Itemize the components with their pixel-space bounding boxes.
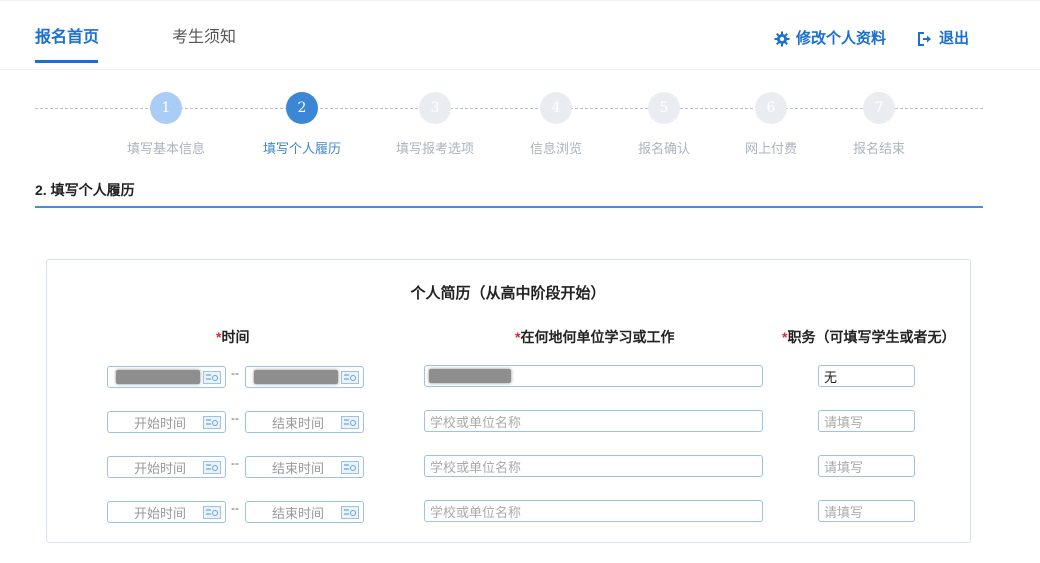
date-separator: -- [231, 366, 239, 380]
place-input[interactable]: 学校或单位名称 [424, 455, 763, 477]
column-header-time: *时间 [216, 327, 249, 347]
end-date-input[interactable]: 结束时间 [245, 456, 364, 478]
step-3-label: 填写报考选项 [395, 141, 474, 156]
calendar-icon[interactable] [341, 416, 359, 429]
end-date-input[interactable]: 结束时间 [245, 501, 364, 523]
calendar-icon[interactable] [203, 371, 221, 384]
date-separator: -- [231, 456, 239, 470]
top-navigation: 报名首页 考生须知 修改个人资料 退出 [0, 0, 1040, 70]
place-input[interactable] [424, 365, 763, 387]
tab-home[interactable]: 报名首页 [35, 28, 99, 48]
end-date-input[interactable] [245, 366, 364, 388]
step-3-circle: 3 [419, 92, 451, 124]
resume-title: 个人简历（从高中阶段开始） [410, 285, 606, 302]
step-5-circle: 5 [648, 92, 680, 124]
start-date-input[interactable] [107, 366, 226, 388]
start-date-placeholder: 开始时间 [134, 505, 187, 521]
step-6-circle: 6 [755, 92, 787, 124]
place-input[interactable]: 学校或单位名称 [424, 410, 763, 432]
edit-profile-label: 修改个人资料 [796, 30, 887, 47]
step-2-label: 填写个人履历 [262, 141, 341, 156]
start-date-placeholder: 开始时间 [134, 460, 187, 476]
logout-icon [918, 32, 931, 46]
gear-icon [774, 31, 790, 47]
column-header-position-label: 职务（可填写学生或者无） [787, 329, 956, 345]
start-date-input[interactable]: 开始时间 [107, 411, 226, 433]
position-input[interactable]: 请填写 [818, 410, 915, 432]
step-7-circle: 7 [863, 92, 895, 124]
end-date-placeholder: 结束时间 [272, 415, 325, 431]
edit-profile-link[interactable]: 修改个人资料 [774, 29, 886, 49]
step-2-circle: 2 [286, 92, 318, 124]
column-header-place: *在何地何单位学习或工作 [515, 327, 674, 347]
position-input[interactable]: 请填写 [818, 455, 915, 477]
date-separator: -- [231, 501, 239, 515]
step-5-label: 报名确认 [637, 141, 690, 156]
column-header-position: *职务（可填写学生或者无） [782, 327, 955, 347]
redacted-value [429, 369, 511, 383]
end-date-placeholder: 结束时间 [272, 505, 325, 521]
section-divider [35, 206, 983, 208]
start-date-placeholder: 开始时间 [134, 415, 187, 431]
section-title: 2. 填写个人履历 [35, 182, 135, 198]
step-7-label: 报名结束 [852, 141, 905, 156]
redacted-value [254, 370, 338, 384]
calendar-icon[interactable] [341, 371, 359, 384]
calendar-icon[interactable] [341, 506, 359, 519]
step-1-circle: 1 [150, 92, 182, 124]
redacted-value [116, 370, 200, 384]
end-date-input[interactable]: 结束时间 [245, 411, 364, 433]
logout-link[interactable]: 退出 [917, 29, 969, 49]
calendar-icon[interactable] [341, 461, 359, 474]
place-input[interactable]: 学校或单位名称 [424, 500, 763, 522]
position-input[interactable]: 无 [818, 365, 915, 387]
column-header-time-label: 时间 [221, 329, 250, 345]
position-input[interactable]: 请填写 [818, 500, 915, 522]
end-date-placeholder: 结束时间 [272, 460, 325, 476]
logout-label: 退出 [939, 30, 970, 47]
step-4-circle: 4 [540, 92, 572, 124]
calendar-icon[interactable] [203, 506, 221, 519]
calendar-icon[interactable] [203, 461, 221, 474]
column-header-place-label: 在何地何单位学习或工作 [520, 329, 675, 345]
step-6-label: 网上付费 [744, 141, 797, 156]
step-1-label: 填写基本信息 [126, 141, 205, 156]
start-date-input[interactable]: 开始时间 [107, 501, 226, 523]
calendar-icon[interactable] [203, 416, 221, 429]
active-tab-indicator [35, 60, 98, 63]
start-date-input[interactable]: 开始时间 [107, 456, 226, 478]
step-4-label: 信息浏览 [529, 141, 582, 156]
date-separator: -- [231, 411, 239, 425]
tab-candidate-notice[interactable]: 考生须知 [172, 28, 236, 48]
